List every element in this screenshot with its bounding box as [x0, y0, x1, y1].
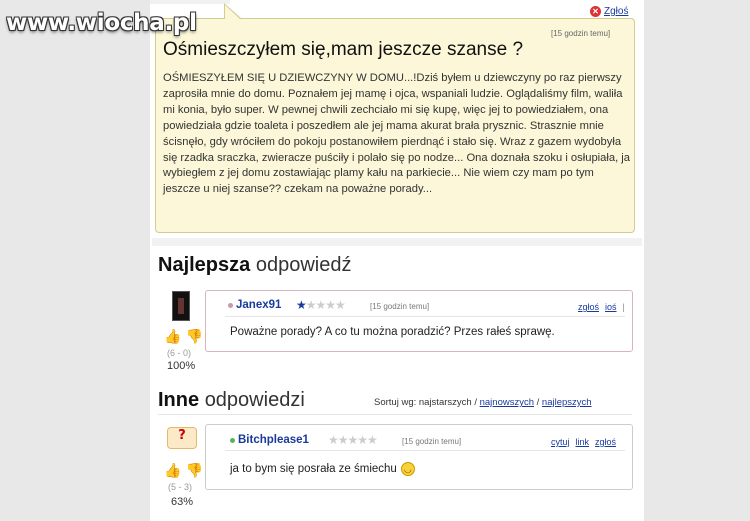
vote-buttons: 👍 👎 — [164, 328, 203, 345]
answer-time: [15 godzin temu] — [402, 437, 462, 446]
vote-count: (5 - 3) — [168, 482, 193, 492]
rating-stars: ★★★★★ — [296, 298, 346, 312]
sort-best-link[interactable]: najlepszych — [542, 397, 592, 408]
vote-buttons: 👍 👎 — [164, 462, 203, 479]
question-title: Ośmieszczyłem się,mam jeszcze szanse ? — [163, 39, 524, 60]
avatar[interactable] — [172, 291, 190, 321]
bullet-icon — [230, 437, 235, 443]
best-answer-heading: Najlepsza odpowiedź — [158, 254, 351, 277]
link-separator: | — [622, 302, 625, 312]
report-link[interactable]: zgłoś — [595, 437, 616, 447]
best-heading-bold: Najlepsza — [158, 254, 251, 276]
rating-stars: ★★★★★ — [328, 433, 378, 447]
author-name[interactable]: Bitchplease1 — [238, 434, 309, 446]
report-link[interactable]: zgłoś — [578, 302, 599, 312]
thumbs-down-icon[interactable]: 👎 — [185, 328, 202, 345]
quote-link[interactable]: cytuj — [551, 437, 570, 447]
section-divider — [152, 238, 642, 246]
bullet-icon — [228, 302, 233, 308]
sort-separator: / — [536, 397, 540, 408]
others-heading-bold: Inne — [158, 389, 200, 411]
answer-links: zgłoś ioś | — [578, 302, 625, 312]
thumbs-up-icon[interactable]: 👍 — [164, 328, 181, 345]
vote-percent: 63% — [171, 496, 194, 508]
avatar[interactable]: ? — [167, 427, 197, 449]
answer-text-content: ja to bym się posrała ze śmiechu — [230, 463, 397, 476]
vote-count: (6 - 0) — [167, 348, 192, 358]
others-heading-rest: odpowiedzi — [204, 389, 305, 411]
sort-newest-link[interactable]: najnowszych — [480, 397, 534, 408]
answer-rule — [225, 316, 625, 317]
report-question-button[interactable]: ✕ Zgłoś — [590, 6, 628, 17]
top-tab — [150, 0, 230, 4]
vote-percent: 100% — [167, 360, 196, 372]
answer-text: Poważne porady? A co tu można poradzić? … — [230, 326, 555, 338]
answer-links: cytuj link zgłoś — [551, 437, 616, 447]
other-answers-heading: Inne odpowiedzi — [158, 389, 305, 412]
answer-author[interactable]: Janex91 — [228, 299, 281, 311]
section-rule — [158, 414, 632, 415]
report-question-label[interactable]: Zgłoś — [604, 6, 628, 17]
thumbs-down-icon[interactable]: 👎 — [185, 462, 202, 479]
answer-text: ja to bym się posrała ze śmiechu ◡ — [230, 462, 415, 476]
quote-link[interactable]: ioś — [605, 302, 617, 312]
sort-controls: Sortuj wg: najstarszych / najnowszych / … — [374, 397, 592, 408]
answer-rule — [225, 450, 625, 451]
answer-time: [15 godzin temu] — [370, 302, 430, 311]
question-time: [15 godzin temu] — [551, 29, 611, 38]
author-name[interactable]: Janex91 — [236, 299, 281, 311]
question-body: OŚMIESZYŁEM SIĘ U DZIEWCZYNY W DOMU...!D… — [163, 72, 631, 196]
answer-author[interactable]: Bitchplease1 — [230, 434, 309, 446]
sort-prefix: Sortuj wg: najstarszych / — [374, 397, 477, 408]
laughing-smiley-icon: ◡ — [400, 462, 415, 476]
best-heading-rest: odpowiedź — [255, 254, 352, 276]
site-watermark: www.wiocha.pl — [6, 10, 197, 36]
permalink[interactable]: link — [576, 437, 590, 447]
thumbs-up-icon[interactable]: 👍 — [164, 462, 181, 479]
question-pointer-fill — [225, 5, 240, 19]
report-icon: ✕ — [590, 6, 601, 17]
